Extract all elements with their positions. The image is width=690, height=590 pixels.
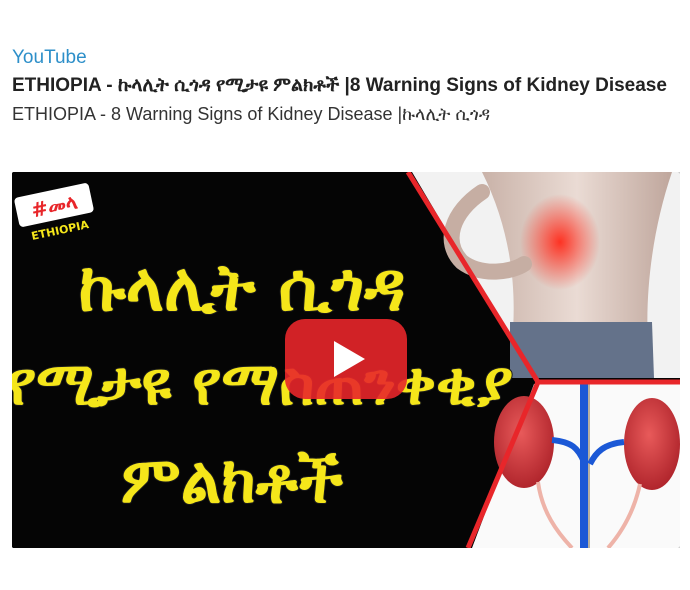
headline-line-3: ምልክቶች [121,444,343,518]
play-button[interactable] [285,319,407,399]
headline-line-1: ኩላሊት ሲጎዳ [79,249,406,326]
video-description: ETHIOPIA - 8 Warning Signs of Kidney Dis… [12,104,491,124]
source-link[interactable]: YouTube [12,46,680,70]
video-embed-header: YouTube ETHIOPIA - ኩላሊት ሲጎዳ የሚታዩ ምልክቶች |… [12,46,680,128]
video-title[interactable]: ETHIOPIA - ኩላሊት ሲጎዳ የሚታዩ ምልክቶች |8 Warnin… [12,72,680,100]
play-icon [285,319,407,399]
headline-line-2: የሚታዩ የማስጠንቀቂያ [12,349,513,419]
